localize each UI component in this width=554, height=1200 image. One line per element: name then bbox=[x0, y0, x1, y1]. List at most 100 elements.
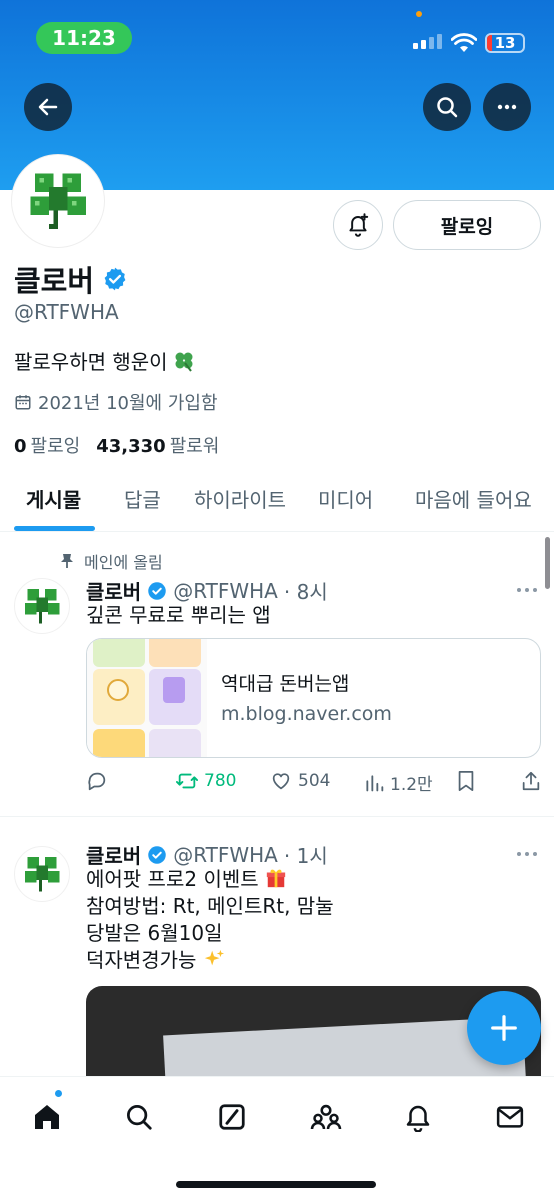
post-author-name[interactable]: 클로버 bbox=[86, 576, 141, 605]
tab-posts[interactable]: 게시물 bbox=[26, 484, 81, 513]
verified-badge-icon bbox=[148, 845, 166, 864]
gift-emoji bbox=[266, 869, 286, 888]
tab-likes[interactable]: 마음에 들어요 bbox=[415, 484, 532, 513]
post-text-line: 에어팟 프로2 이벤트 bbox=[86, 866, 334, 893]
nav-messages[interactable] bbox=[490, 1097, 530, 1137]
link-card-domain: m.blog.naver.com bbox=[221, 703, 392, 725]
link-card-title: 역대급 돈버는앱 bbox=[221, 673, 350, 695]
reply-button[interactable] bbox=[86, 770, 108, 792]
bio-text: 팔로우하면 행운이 bbox=[14, 350, 168, 374]
home-indicator bbox=[176, 1181, 376, 1188]
nav-search[interactable] bbox=[119, 1097, 159, 1137]
tab-highlights[interactable]: 하이라이트 bbox=[194, 484, 286, 513]
more-horizontal-icon bbox=[497, 104, 517, 110]
post-text: 에어팟 프로2 이벤트 참여방법: Rt, 메인트Rt, 맘눌 당발은 6월10… bbox=[86, 866, 334, 974]
bookmark-icon bbox=[458, 770, 474, 792]
post-text-line: 당발은 6월10일 bbox=[86, 921, 223, 945]
post-header: 클로버 @RTFWHA · 1시 bbox=[86, 840, 328, 869]
clover-avatar-image bbox=[30, 173, 86, 229]
nav-grok[interactable] bbox=[212, 1097, 252, 1137]
post-author-name[interactable]: 클로버 bbox=[86, 840, 141, 869]
post-actions: 780 504 1.2만 bbox=[86, 770, 541, 796]
followers-count: 43,330 bbox=[96, 436, 166, 457]
compose-button[interactable] bbox=[467, 991, 541, 1065]
back-button[interactable] bbox=[24, 83, 72, 131]
clover-avatar-image bbox=[24, 856, 60, 892]
retweet-icon bbox=[176, 773, 198, 789]
verified-badge-icon bbox=[148, 581, 166, 600]
following-stat[interactable]: 0 팔로잉 bbox=[14, 432, 80, 458]
nav-home[interactable] bbox=[27, 1097, 67, 1137]
views-count: 1.2만 bbox=[390, 775, 433, 795]
active-tab-indicator bbox=[14, 526, 95, 531]
search-button[interactable] bbox=[423, 83, 471, 131]
pinned-label: 메인에 올림 bbox=[84, 553, 163, 572]
wifi-icon bbox=[451, 33, 477, 52]
joined-date-text: 2021년 10월에 가입함 bbox=[38, 393, 218, 414]
post-more-icon[interactable] bbox=[517, 588, 537, 592]
link-card[interactable]: 역대급 돈버는앱 m.blog.naver.com bbox=[86, 638, 541, 758]
post-time[interactable]: · 1시 bbox=[284, 840, 328, 869]
pinned-indicator: 메인에 올림 bbox=[60, 549, 163, 573]
battery-text: 13 bbox=[494, 34, 516, 52]
post-text-line: 참여방법: Rt, 메인트Rt, 맘눌 bbox=[86, 894, 334, 918]
grok-icon bbox=[219, 1104, 245, 1130]
communities-icon bbox=[310, 1104, 342, 1130]
arrow-left-icon bbox=[38, 98, 58, 116]
post-more-icon[interactable] bbox=[517, 852, 537, 856]
camera-indicator-dot bbox=[416, 11, 422, 17]
profile-bio: 팔로우하면 행운이 bbox=[14, 346, 196, 375]
profile-name-row: 클로버 bbox=[14, 258, 128, 300]
post-time[interactable]: · 8시 bbox=[284, 576, 328, 605]
profile-handle: @RTFWHA bbox=[14, 300, 119, 324]
clover-emoji bbox=[175, 352, 193, 372]
followers-label: 팔로워 bbox=[169, 436, 220, 457]
views-button[interactable]: 1.2만 bbox=[364, 770, 433, 795]
bell-plus-icon bbox=[349, 213, 369, 237]
more-options-button[interactable] bbox=[483, 83, 531, 131]
home-icon bbox=[35, 1105, 59, 1129]
followers-stat[interactable]: 43,330 팔로워 bbox=[96, 432, 219, 458]
battery-indicator: 13 bbox=[485, 33, 525, 53]
post-avatar[interactable] bbox=[14, 578, 70, 634]
following-button[interactable]: 팔로잉 bbox=[393, 200, 541, 250]
notifications-icon bbox=[406, 1105, 430, 1132]
profile-name: 클로버 bbox=[14, 264, 95, 298]
share-button[interactable] bbox=[521, 770, 541, 792]
nav-communities[interactable] bbox=[306, 1097, 346, 1137]
retweet-button[interactable]: 780 bbox=[176, 770, 236, 792]
nav-notifications[interactable] bbox=[398, 1097, 438, 1137]
post-text-line: 덕자변경가능 bbox=[86, 947, 334, 974]
tab-media[interactable]: 미디어 bbox=[318, 484, 373, 513]
calendar-icon bbox=[15, 395, 31, 410]
reply-icon bbox=[88, 772, 106, 791]
verified-badge-icon bbox=[104, 267, 126, 291]
scrollbar[interactable] bbox=[545, 537, 550, 589]
like-count: 504 bbox=[298, 771, 331, 791]
pin-icon bbox=[61, 554, 73, 568]
bookmark-button[interactable] bbox=[456, 770, 476, 792]
signal-icon bbox=[413, 34, 442, 49]
search-icon bbox=[437, 97, 458, 118]
search-icon bbox=[127, 1105, 152, 1130]
following-count: 0 bbox=[14, 436, 27, 457]
retweet-count: 780 bbox=[204, 771, 237, 791]
share-icon bbox=[522, 771, 540, 791]
post-author-handle[interactable]: @RTFWHA bbox=[173, 579, 278, 603]
like-button[interactable]: 504 bbox=[270, 770, 330, 792]
messages-icon bbox=[496, 1106, 524, 1128]
clover-avatar-image bbox=[24, 588, 60, 624]
post-text: 깊콘 무료로 뿌리는 앱 bbox=[86, 603, 271, 627]
profile-avatar[interactable] bbox=[12, 155, 104, 247]
joined-date-row: 2021년 10월에 가입함 bbox=[14, 389, 218, 415]
following-label: 팔로잉 bbox=[30, 436, 81, 457]
tab-replies[interactable]: 답글 bbox=[124, 484, 161, 513]
post-divider bbox=[0, 816, 554, 817]
follow-stats: 0 팔로잉 43,330 팔로워 bbox=[14, 432, 219, 458]
post-author-handle[interactable]: @RTFWHA bbox=[173, 843, 278, 867]
heart-icon bbox=[272, 773, 290, 790]
views-chart-icon bbox=[366, 774, 384, 791]
notification-dot bbox=[54, 1089, 63, 1098]
post-avatar[interactable] bbox=[14, 846, 70, 902]
notification-bell-button[interactable] bbox=[333, 200, 383, 250]
